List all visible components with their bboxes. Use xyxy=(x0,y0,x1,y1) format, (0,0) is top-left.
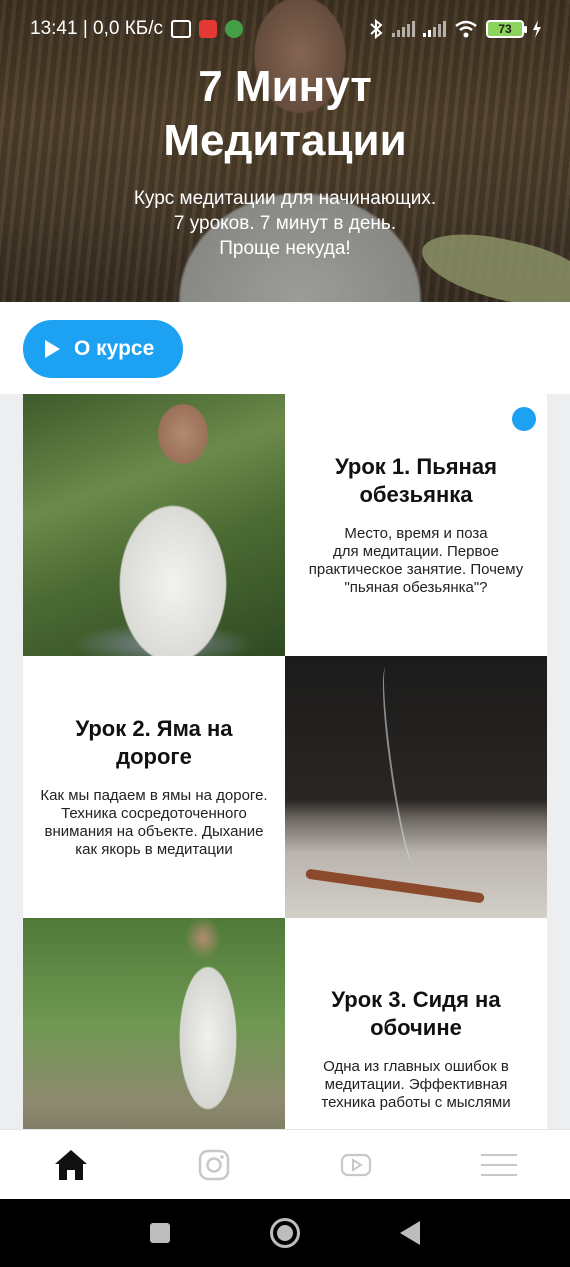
nav-youtube[interactable] xyxy=(326,1140,386,1190)
bottom-navigation xyxy=(0,1129,570,1199)
back-icon[interactable] xyxy=(400,1221,420,1245)
about-course-button[interactable]: О курсе xyxy=(23,320,183,378)
nav-instagram[interactable] xyxy=(184,1140,244,1190)
lesson-grid: Урок 1. Пьяная обезьянка Место, время и … xyxy=(23,394,547,1129)
page-title: 7 Минут Медитации xyxy=(163,62,407,165)
home-icon xyxy=(55,1149,88,1180)
bluetooth-icon xyxy=(370,19,383,39)
hero-text: 7 Минут Медитации Курс медитации для нач… xyxy=(0,60,570,261)
signal-icon-2 xyxy=(423,21,446,37)
lesson-3-card[interactable]: Урок 3. Сидя на обочине Одна из главных … xyxy=(285,918,547,1129)
lesson-2-title: Урок 2. Яма на дороге xyxy=(75,716,233,769)
lesson-3-title: Урок 3. Сидя на обочине xyxy=(331,987,501,1040)
lesson-1-image[interactable] xyxy=(23,394,285,656)
menu-icon xyxy=(480,1153,517,1176)
play-icon xyxy=(45,340,60,358)
lesson-1-description: Место, время и поза для медитации. Перво… xyxy=(308,525,524,596)
hero-banner: 13:41 | 0,0 КБ/с 73 7 Минут Медитации Ку… xyxy=(0,0,570,302)
muted-icon xyxy=(171,20,192,38)
status-bar: 13:41 | 0,0 КБ/с 73 xyxy=(0,0,570,58)
lesson-1-title: Урок 1. Пьяная обезьянка xyxy=(335,454,497,507)
lesson-2-image[interactable] xyxy=(285,656,547,918)
instagram-icon xyxy=(198,1149,229,1180)
nav-home[interactable] xyxy=(41,1140,101,1190)
lesson-2-card[interactable]: Урок 2. Яма на дороге Как мы падаем в ям… xyxy=(23,656,285,918)
wifi-icon xyxy=(455,20,477,38)
missed-call-icon xyxy=(199,20,218,38)
recent-apps-icon[interactable] xyxy=(150,1223,170,1243)
whatsapp-icon xyxy=(225,20,244,38)
nav-menu[interactable] xyxy=(469,1140,529,1190)
hero-subtitle: Курс медитации для начинающих. 7 уроков.… xyxy=(133,188,437,259)
battery-icon: 73 xyxy=(486,20,527,38)
signal-icon xyxy=(392,21,415,37)
new-lesson-indicator xyxy=(512,407,536,431)
charging-icon xyxy=(533,20,541,38)
system-navigation-bar xyxy=(0,1199,570,1267)
home-system-icon[interactable] xyxy=(270,1218,300,1248)
status-time: 13:41 | 0,0 КБ/с xyxy=(30,18,164,39)
about-course-label: О курсе xyxy=(74,337,155,360)
lesson-2-description: Как мы падаем в ямы на дороге. Техника с… xyxy=(40,787,268,858)
youtube-icon xyxy=(341,1153,372,1176)
lesson-1-card[interactable]: Урок 1. Пьяная обезьянка Место, время и … xyxy=(285,394,547,656)
lesson-3-description: Одна из главных ошибок в медитации. Эффе… xyxy=(321,1058,511,1111)
lesson-3-image[interactable] xyxy=(23,918,285,1129)
